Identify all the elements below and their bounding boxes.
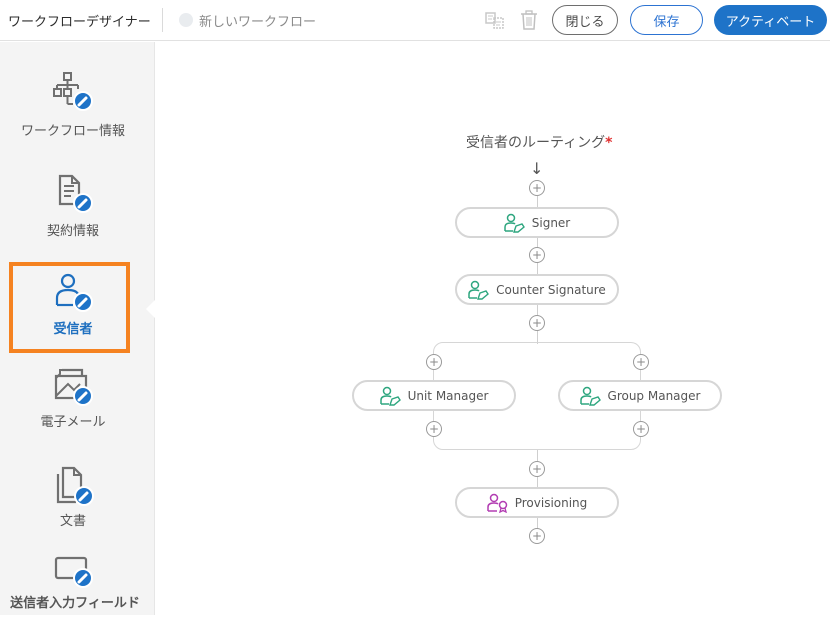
required-mark: * [605,135,613,151]
trash-icon[interactable] [519,10,539,30]
sidebar-item-email[interactable]: 電子メール [0,364,146,454]
recipient-node-counter-signature[interactable]: Counter Signature [455,274,619,305]
node-label: Unit Manager [407,388,489,403]
sidebar-item-label: 契約情報 [46,224,99,239]
node-label: Provisioning [514,495,588,510]
add-recipient-button[interactable]: + [529,528,545,544]
close-button[interactable]: 閉じる [552,5,618,35]
signer-icon [504,213,525,233]
selection-pointer [146,300,155,318]
signer-icon [579,386,601,406]
node-label: Signer [531,215,571,230]
recipient-node-signer[interactable]: Signer [455,207,619,238]
workflow-icon [52,70,96,114]
recipient-node-provisioning[interactable]: Provisioning [455,487,619,518]
documents-icon [52,464,96,508]
save-button[interactable]: 保存 [630,5,703,35]
sidebar-item-documents[interactable]: 文書 [0,464,146,554]
add-recipient-button[interactable]: + [426,421,442,437]
recipient-node-group-manager[interactable]: Group Manager [558,380,722,411]
workflow-name[interactable]: 新しいワークフロー [199,11,316,30]
add-recipient-button[interactable]: + [529,461,545,477]
top-bar: ワークフローデザイナー 新しいワークフロー 閉じる 保存 アクティベート [0,0,830,41]
sidebar-item-label: ワークフロー情報 [20,124,125,139]
sidebar-item-label: 送信者入力フィールド [10,596,140,611]
workflow-status-dot [179,13,193,27]
start-arrow-icon: ↓ [530,159,544,178]
sidebar-item-sender-fields[interactable]: 送信者入力フィールド [0,550,146,640]
add-recipient-button[interactable]: + [426,354,442,370]
active-highlight [9,262,130,353]
add-recipient-button[interactable]: + [529,180,545,196]
sidebar-item-label: 電子メール [40,415,106,430]
copy-icon[interactable] [485,10,505,30]
sidebar-item-workflow-info[interactable]: ワークフロー情報 [0,70,146,160]
certified-recipient-icon [486,493,507,513]
add-recipient-button[interactable]: + [633,354,649,370]
sidebar-item-contract-info[interactable]: 契約情報 [0,170,146,260]
add-recipient-button[interactable]: + [529,315,545,331]
activate-button[interactable]: アクティベート [714,5,827,35]
recipient-node-unit-manager[interactable]: Unit Manager [352,380,516,411]
app-title: ワークフローデザイナー [8,15,151,30]
add-recipient-button[interactable]: + [529,247,545,263]
sender-field-icon [52,550,96,594]
node-label: Counter Signature [496,282,606,297]
divider [162,8,163,32]
email-icon [52,364,96,408]
signer-icon [379,386,401,406]
signer-icon [468,280,490,300]
add-recipient-button[interactable]: + [633,421,649,437]
document-info-icon [52,170,96,214]
routing-canvas: 受信者のルーティング* ↓ + + + + + + + + + Signer C… [156,42,830,615]
routing-title: 受信者のルーティング* [466,132,613,152]
node-label: Group Manager [607,388,701,403]
sidebar-item-label: 文書 [59,514,86,529]
routing-title-text: 受信者のルーティング [466,135,606,151]
